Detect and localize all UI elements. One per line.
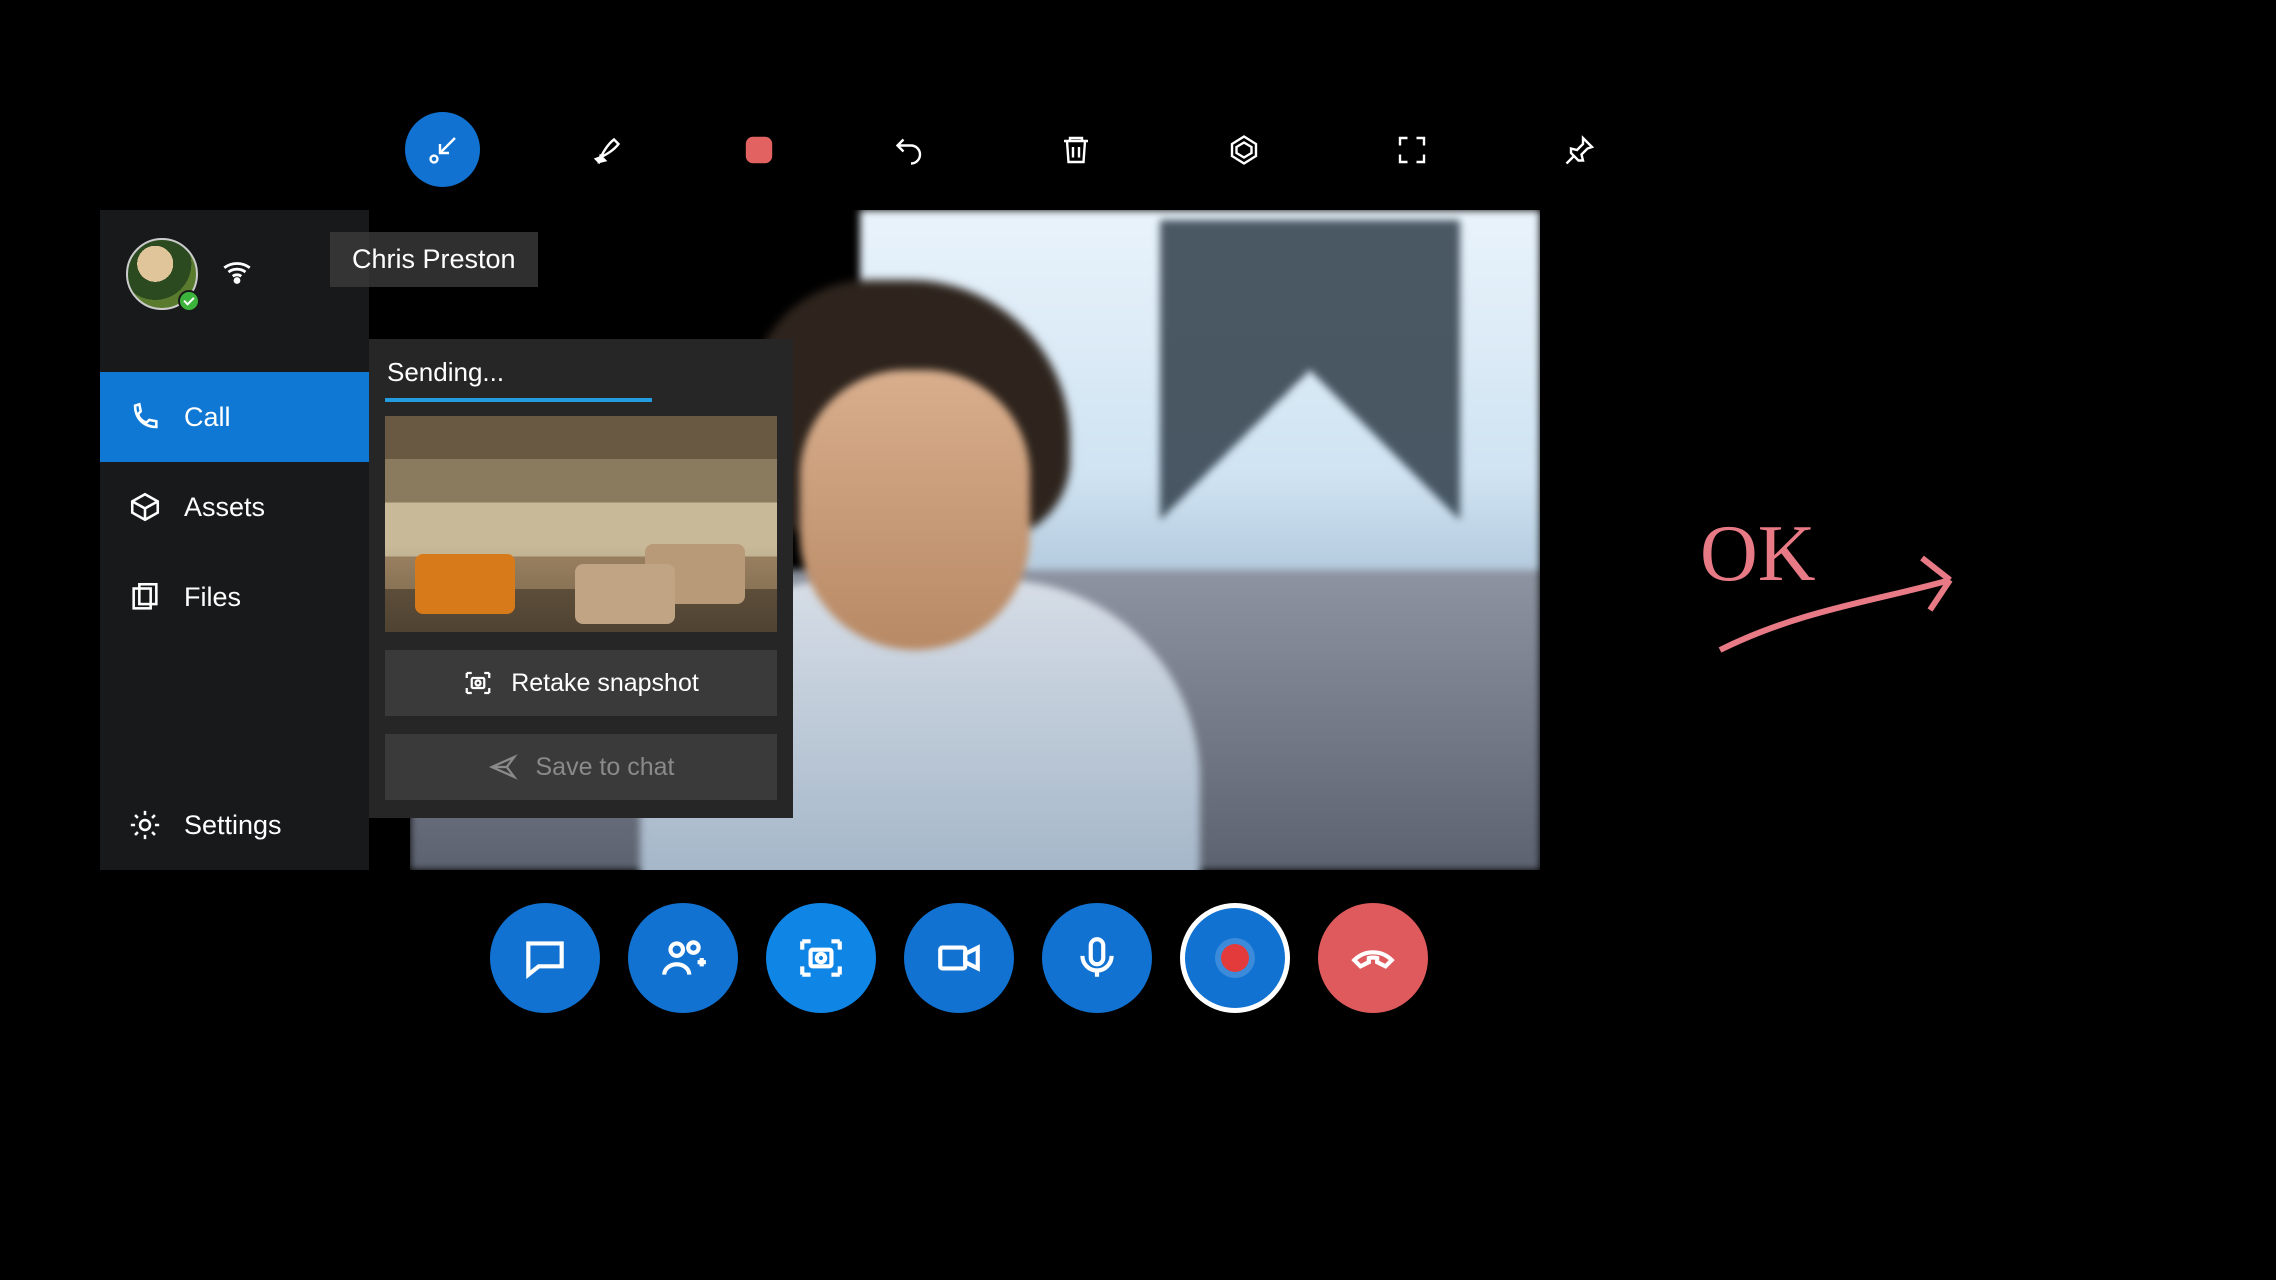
call-controls	[490, 903, 1428, 1013]
snapshot-button[interactable]	[766, 903, 876, 1013]
people-add-icon	[658, 933, 708, 983]
expand-icon	[1394, 132, 1430, 168]
undo-button[interactable]	[870, 112, 945, 187]
pin-icon	[1562, 132, 1598, 168]
participant-name-tag: Chris Preston	[330, 232, 538, 287]
pen-button[interactable]	[573, 112, 648, 187]
nav-label: Settings	[184, 810, 282, 841]
phone-icon	[128, 400, 162, 434]
delete-button[interactable]	[1038, 112, 1113, 187]
add-participant-button[interactable]	[628, 903, 738, 1013]
nav-item-call[interactable]: Call	[100, 372, 369, 462]
ink-text: OK	[1700, 510, 1816, 598]
sidebar: Call Assets Files Settings	[100, 210, 369, 870]
hex-icon	[1226, 132, 1262, 168]
nav-item-settings[interactable]: Settings	[100, 780, 369, 870]
shapes-button[interactable]	[1206, 112, 1281, 187]
nav-label: Files	[184, 582, 241, 613]
remote-assist-window: Call Assets Files Settings	[100, 210, 1540, 870]
upload-progress	[385, 398, 777, 402]
snapshot-icon	[463, 668, 493, 698]
avatar[interactable]	[126, 238, 198, 310]
save-label: Save to chat	[536, 753, 675, 782]
save-to-chat-button: Save to chat	[385, 734, 777, 800]
upload-progress-bar	[385, 398, 652, 402]
snapshot-panel: Sending... Retake snapshot Save to chat	[369, 339, 793, 818]
participant-name: Chris Preston	[352, 244, 516, 274]
mic-button[interactable]	[1042, 903, 1152, 1013]
chat-icon	[520, 933, 570, 983]
undo-icon	[890, 132, 926, 168]
hangup-icon	[1348, 933, 1398, 983]
chat-button[interactable]	[490, 903, 600, 1013]
retake-snapshot-button[interactable]: Retake snapshot	[385, 650, 777, 716]
profile-area	[100, 210, 369, 332]
trash-icon	[1058, 132, 1094, 168]
arrow-in-icon	[425, 132, 461, 168]
stop-square-icon	[741, 132, 777, 168]
video-button[interactable]	[904, 903, 1014, 1013]
pin-button[interactable]	[1542, 112, 1617, 187]
screen: Call Assets Files Settings	[0, 0, 2276, 1280]
pen-icon	[593, 132, 629, 168]
stop-record-button[interactable]	[741, 132, 777, 168]
box-icon	[128, 490, 162, 524]
hangup-button[interactable]	[1318, 903, 1428, 1013]
snapshot-icon	[796, 933, 846, 983]
retake-label: Retake snapshot	[511, 669, 699, 698]
files-icon	[128, 580, 162, 614]
snapshot-thumbnail	[385, 416, 777, 632]
ink-annotation: OK	[1700, 510, 2060, 695]
nav: Call Assets Files	[100, 372, 369, 642]
mic-icon	[1072, 933, 1122, 983]
record-icon	[1221, 944, 1249, 972]
nav-label: Call	[184, 402, 231, 433]
snip-collapse-button[interactable]	[405, 112, 480, 187]
nav-item-assets[interactable]: Assets	[100, 462, 369, 552]
fullscreen-button[interactable]	[1374, 112, 1449, 187]
nav-item-files[interactable]: Files	[100, 552, 369, 642]
wifi-icon	[220, 255, 254, 294]
gear-icon	[128, 808, 162, 842]
nav-label: Assets	[184, 492, 265, 523]
record-button[interactable]	[1180, 903, 1290, 1013]
send-icon	[488, 752, 518, 782]
presence-available-icon	[178, 290, 200, 312]
sending-status: Sending...	[387, 357, 777, 388]
video-icon	[934, 933, 984, 983]
annotation-toolbar	[405, 112, 1617, 187]
